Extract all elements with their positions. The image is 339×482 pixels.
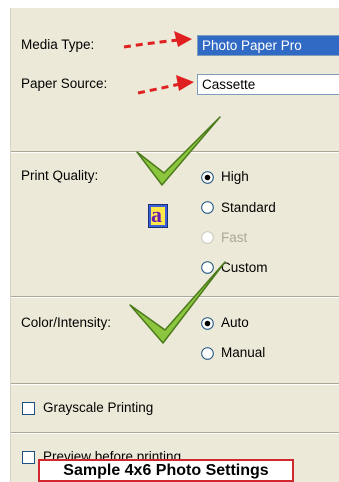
grayscale-label: Grayscale Printing <box>43 400 154 415</box>
separator <box>11 383 339 385</box>
preview-checkbox[interactable] <box>22 451 35 464</box>
color-auto-label: Auto <box>221 315 249 330</box>
quality-custom-radio[interactable] <box>201 261 214 274</box>
separator <box>11 151 339 153</box>
color-manual-label: Manual <box>221 345 266 360</box>
quality-standard-label: Standard <box>221 200 276 215</box>
quality-icon-letter: a <box>151 202 162 227</box>
print-quality-label: Print Quality: <box>21 168 99 183</box>
separator <box>11 432 339 434</box>
separator <box>11 296 339 298</box>
quality-custom-label: Custom <box>221 260 268 275</box>
color-intensity-label: Color/Intensity: <box>21 315 112 330</box>
paper-source-label: Paper Source: <box>21 76 108 91</box>
paper-source-select[interactable]: Cassette <box>197 74 339 95</box>
quality-standard-radio[interactable] <box>201 201 214 214</box>
quality-high-radio[interactable] <box>201 171 214 184</box>
grayscale-checkbox[interactable] <box>22 402 35 415</box>
quality-fast-radio <box>201 231 214 244</box>
quality-high-label: High <box>221 169 249 184</box>
quality-fast-label: Fast <box>221 230 248 245</box>
caption-box: Sample 4x6 Photo Settings <box>38 459 294 482</box>
media-type-label: Media Type: <box>21 37 95 52</box>
quality-a-icon: a <box>148 202 168 228</box>
color-manual-radio[interactable] <box>201 347 214 360</box>
print-settings-panel: Media Type: Photo Paper Pro Paper Source… <box>10 8 339 482</box>
media-type-select[interactable]: Photo Paper Pro <box>197 35 339 56</box>
color-auto-radio[interactable] <box>201 317 214 330</box>
